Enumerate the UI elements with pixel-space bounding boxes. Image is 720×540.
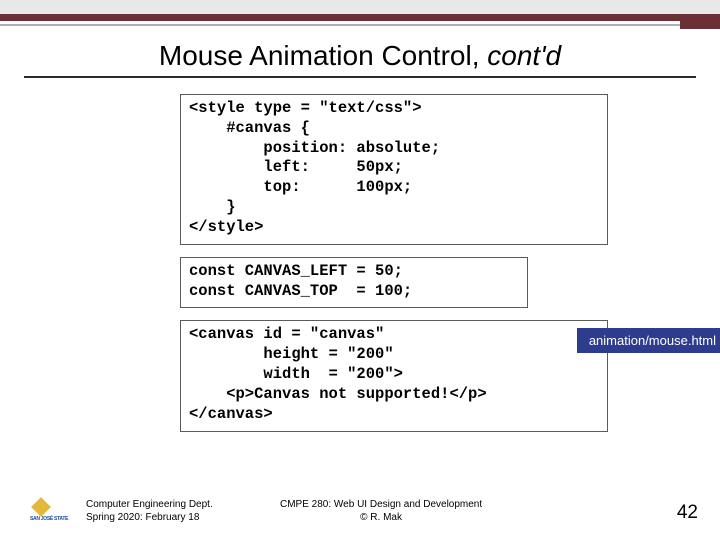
course-line1: CMPE 280: Web UI Design and Development bbox=[280, 498, 482, 511]
page-number: 42 bbox=[677, 502, 698, 524]
sjsu-logo: SAN JOSÉ STATE bbox=[30, 500, 70, 530]
course-line2: © R. Mak bbox=[280, 511, 482, 524]
title-underline bbox=[24, 76, 696, 78]
content-area: <style type = "text/css"> #canvas { posi… bbox=[180, 94, 640, 432]
dept-line2: Spring 2020: February 18 bbox=[86, 511, 213, 524]
footer: SAN JOSÉ STATE Computer Engineering Dept… bbox=[0, 486, 720, 530]
logo-text: SAN JOSÉ STATE bbox=[30, 516, 68, 522]
dept-info: Computer Engineering Dept. Spring 2020: … bbox=[86, 498, 213, 524]
top-gray-bar bbox=[0, 0, 720, 14]
code-block-style: <style type = "text/css"> #canvas { posi… bbox=[180, 94, 608, 245]
logo-diamond-icon bbox=[31, 497, 51, 517]
course-info: CMPE 280: Web UI Design and Development … bbox=[280, 498, 482, 524]
dept-line1: Computer Engineering Dept. bbox=[86, 498, 213, 511]
stripe-maroon bbox=[0, 14, 720, 21]
slide-title: Mouse Animation Control, cont'd bbox=[0, 40, 720, 72]
code-block-canvas: <canvas id = "canvas" height = "200" wid… bbox=[180, 320, 608, 431]
accent-block bbox=[680, 17, 720, 29]
stripe-thin bbox=[0, 24, 720, 26]
title-text: Mouse Animation Control, bbox=[159, 40, 487, 71]
code-block-const: const CANVAS_LEFT = 50; const CANVAS_TOP… bbox=[180, 257, 528, 309]
file-label: animation/mouse.html bbox=[577, 328, 720, 353]
title-italic: cont'd bbox=[487, 40, 561, 71]
